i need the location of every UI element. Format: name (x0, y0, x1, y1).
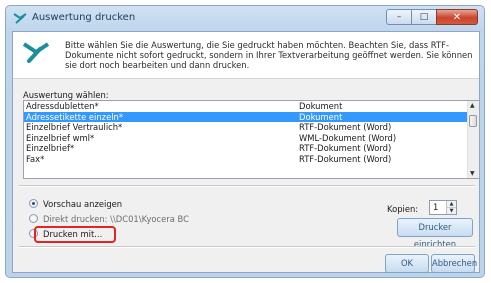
printer-setup-button[interactable]: Drucker einrichten (397, 218, 473, 249)
close-button[interactable]: ✕ (436, 9, 478, 25)
list-scrollbar[interactable]: ▲ ▼ (467, 101, 479, 178)
report-type: RTF-Dokument (Word) (299, 153, 392, 164)
report-name: Einzelbrief wml* (26, 132, 95, 143)
caption-buttons: – □ ✕ (386, 9, 478, 26)
highlight-box (34, 226, 116, 243)
report-type: RTF-Dokument (Word) (299, 143, 392, 153)
print-dialog-window: Auswertung drucken – □ ✕ Bitte wählen Si… (5, 5, 485, 278)
radio-direct-print-label: Direkt drucken: \\DC01\Kyocera BC (43, 214, 189, 224)
info-text: Bitte wählen Sie die Auswertung, die Sie… (65, 40, 473, 70)
copies-stepper[interactable]: 1 ▲ ▼ (429, 200, 457, 215)
list-item[interactable]: Einzelbrief Vertraulich* RTF-Dokument (W… (24, 122, 468, 133)
copies-label: Kopien: (387, 204, 419, 214)
ok-button[interactable]: OK (385, 254, 429, 273)
maximize-button[interactable]: □ (411, 9, 436, 25)
report-name: Fax* (26, 153, 45, 164)
divider (19, 246, 475, 248)
radio-button-checked[interactable] (29, 199, 38, 208)
minimize-button[interactable]: – (386, 9, 411, 25)
stepper-buttons: ▲ ▼ (446, 201, 456, 214)
dialog-body: Bitte wählen Sie die Auswertung, die Sie… (12, 31, 480, 273)
scroll-down-icon[interactable]: ▼ (470, 170, 475, 177)
report-type: Dokument (299, 101, 343, 111)
report-name: Adressdubletten* (26, 101, 99, 111)
divider (19, 185, 475, 187)
minimize-icon: – (396, 12, 402, 22)
list-item-selected[interactable]: Adressetikette einzeln* Dokument (24, 111, 468, 122)
report-name: Adressetikette einzeln* (26, 111, 124, 122)
report-list-label: Auswertung wählen: (23, 90, 109, 100)
close-icon: ✕ (452, 11, 462, 23)
scroll-thumb[interactable] (469, 115, 477, 127)
title-bar[interactable]: Auswertung drucken – □ ✕ (6, 6, 484, 31)
maximize-icon: □ (419, 12, 429, 22)
report-type: Dokument (299, 111, 343, 122)
list-item[interactable]: Adressdubletten* Dokument (24, 101, 468, 112)
report-list[interactable]: Adressdubletten* Dokument Adressetikette… (23, 100, 480, 179)
app-logo-icon (13, 13, 27, 24)
report-name: Einzelbrief* (26, 143, 75, 153)
report-type: WML-Dokument (Word) (299, 132, 397, 143)
info-banner: Bitte wählen Sie die Auswertung, die Sie… (13, 32, 479, 79)
arrow-x-logo-icon (23, 42, 49, 63)
copies-value[interactable]: 1 (433, 202, 438, 212)
list-item[interactable]: Einzelbrief wml* WML-Dokument (Word) (24, 133, 468, 144)
radio-button[interactable] (29, 214, 38, 223)
report-type: RTF-Dokument (Word) (299, 122, 392, 132)
decrement-icon[interactable]: ▼ (447, 207, 456, 214)
cancel-button[interactable]: Abbrechen (431, 254, 477, 273)
radio-preview-label: Vorschau anzeigen (43, 199, 123, 209)
window-title: Auswertung drucken (32, 12, 136, 23)
report-name: Einzelbrief Vertraulich* (26, 122, 123, 132)
scroll-up-icon[interactable]: ▲ (470, 102, 475, 109)
list-item[interactable]: Einzelbrief* RTF-Dokument (Word) (24, 143, 468, 154)
list-item[interactable]: Fax* RTF-Dokument (Word) (24, 154, 468, 165)
